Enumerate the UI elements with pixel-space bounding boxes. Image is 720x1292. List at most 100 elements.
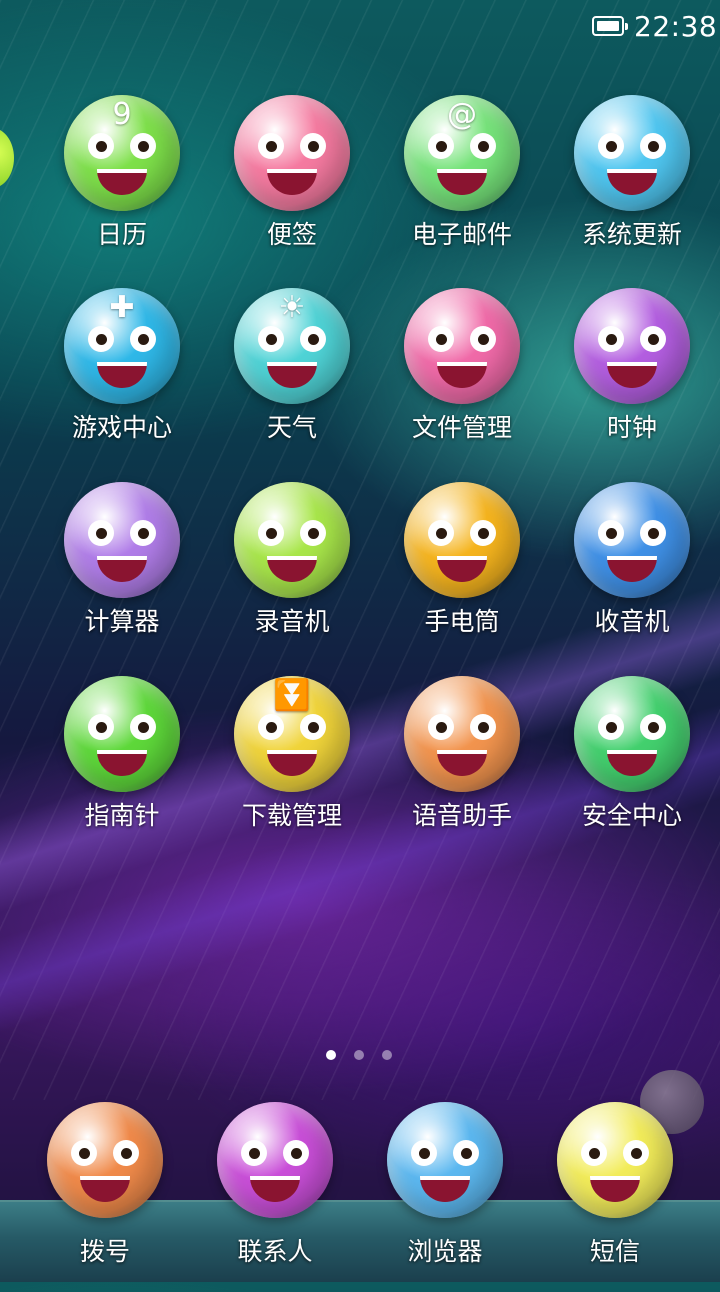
app-flashlight[interactable]: 手电筒 — [377, 482, 547, 672]
system-update-icon[interactable] — [574, 95, 690, 211]
compass-icon[interactable] — [64, 676, 180, 792]
calendar-icon[interactable]: 9 — [64, 95, 180, 211]
voice-assistant-icon[interactable] — [404, 676, 520, 792]
face-eye — [640, 520, 666, 546]
face-eye — [640, 714, 666, 740]
app-radio[interactable]: 收音机 — [547, 482, 717, 672]
weather-icon[interactable]: ☀ — [234, 288, 350, 404]
face-mouth — [607, 169, 657, 195]
face-eye — [581, 1140, 607, 1166]
face-eye — [241, 1140, 267, 1166]
page-indicator — [318, 1048, 402, 1062]
face-mouth — [437, 750, 487, 776]
app-file-manager[interactable]: 文件管理 — [377, 288, 547, 478]
face-eye — [300, 326, 326, 352]
face-eye — [130, 326, 156, 352]
face-eye — [470, 714, 496, 740]
face-eye — [258, 326, 284, 352]
app-browser[interactable]: 浏览器 — [360, 1102, 530, 1292]
face-eye — [470, 520, 496, 546]
face-eye — [470, 133, 496, 159]
face-mouth — [607, 556, 657, 582]
face-mouth — [97, 556, 147, 582]
app-download-manager[interactable]: ⏬ 下载管理 — [207, 676, 377, 866]
face-eye — [88, 133, 114, 159]
app-label: 手电筒 — [424, 607, 500, 636]
app-weather[interactable]: ☀ 天气 — [207, 288, 377, 478]
face-mouth — [437, 362, 487, 388]
radio-icon[interactable] — [574, 482, 690, 598]
page-dot[interactable] — [382, 1050, 392, 1060]
contacts-icon[interactable] — [217, 1102, 333, 1218]
phone-dialer-icon[interactable] — [47, 1102, 163, 1218]
app-label: 文件管理 — [411, 413, 512, 442]
face-mouth — [267, 556, 317, 582]
face-eye — [428, 520, 454, 546]
email-icon[interactable]: @ — [404, 95, 520, 211]
app-label: 浏览器 — [407, 1237, 483, 1266]
face-mouth — [267, 169, 317, 195]
app-label: 拨号 — [79, 1237, 130, 1266]
app-label: 游戏中心 — [71, 413, 172, 442]
app-voice-assistant[interactable]: 语音助手 — [377, 676, 547, 866]
face-mouth — [250, 1176, 300, 1202]
status-bar: 22:38 — [0, 0, 720, 56]
app-calendar[interactable]: 9 日历 — [37, 95, 207, 285]
battery-full-icon — [592, 16, 628, 36]
icon-glyph: ☀ — [278, 290, 306, 325]
app-label: 短信 — [589, 1237, 640, 1266]
face-eye — [258, 520, 284, 546]
recorder-icon[interactable] — [234, 482, 350, 598]
app-label: 日历 — [96, 220, 147, 249]
app-clock[interactable]: 时钟 — [547, 288, 717, 478]
icon-glyph: ⏬ — [273, 678, 311, 713]
dock: 拨号 联系人 浏览器 短信 — [0, 1090, 720, 1282]
security-center-icon[interactable] — [574, 676, 690, 792]
app-notes[interactable]: 便签 — [207, 95, 377, 285]
face-mouth — [267, 750, 317, 776]
face-eye — [428, 326, 454, 352]
face-mouth — [437, 556, 487, 582]
app-security-center[interactable]: 安全中心 — [547, 676, 717, 866]
face-eye — [470, 326, 496, 352]
face-mouth — [80, 1176, 130, 1202]
icon-glyph: 9 — [112, 97, 132, 132]
face-eye — [598, 326, 624, 352]
download-manager-icon[interactable]: ⏬ — [234, 676, 350, 792]
app-contacts[interactable]: 联系人 — [190, 1102, 360, 1292]
app-recorder[interactable]: 录音机 — [207, 482, 377, 672]
app-system-update[interactable]: 系统更新 — [547, 95, 717, 285]
calculator-icon[interactable] — [64, 482, 180, 598]
browser-icon[interactable] — [387, 1102, 503, 1218]
face-eye — [300, 714, 326, 740]
face-eye — [258, 133, 284, 159]
page-dot-active[interactable] — [326, 1050, 336, 1060]
app-game-center[interactable]: ✚ 游戏中心 — [37, 288, 207, 478]
page-dot[interactable] — [354, 1050, 364, 1060]
notes-icon[interactable] — [234, 95, 350, 211]
app-label: 联系人 — [237, 1237, 313, 1266]
clock-icon[interactable] — [574, 288, 690, 404]
game-center-icon[interactable]: ✚ — [64, 288, 180, 404]
face-eye — [640, 133, 666, 159]
face-eye — [598, 520, 624, 546]
icon-glyph: ✚ — [109, 290, 135, 325]
app-label: 电子邮件 — [411, 220, 512, 249]
app-email[interactable]: @ 电子邮件 — [377, 95, 547, 285]
status-time: 22:38 — [634, 10, 718, 43]
face-eye — [113, 1140, 139, 1166]
app-compass[interactable]: 指南针 — [37, 676, 207, 866]
face-eye — [130, 133, 156, 159]
messages-icon[interactable] — [557, 1102, 673, 1218]
face-mouth — [420, 1176, 470, 1202]
app-calculator[interactable]: 计算器 — [37, 482, 207, 672]
app-messages[interactable]: 短信 — [530, 1102, 700, 1292]
app-label: 安全中心 — [581, 801, 682, 830]
app-phone-dialer[interactable]: 拨号 — [20, 1102, 190, 1292]
face-eye — [88, 520, 114, 546]
flashlight-icon[interactable] — [404, 482, 520, 598]
app-label: 天气 — [266, 413, 317, 442]
app-label: 时钟 — [606, 413, 657, 442]
file-manager-icon[interactable] — [404, 288, 520, 404]
app-label: 便签 — [266, 220, 317, 249]
